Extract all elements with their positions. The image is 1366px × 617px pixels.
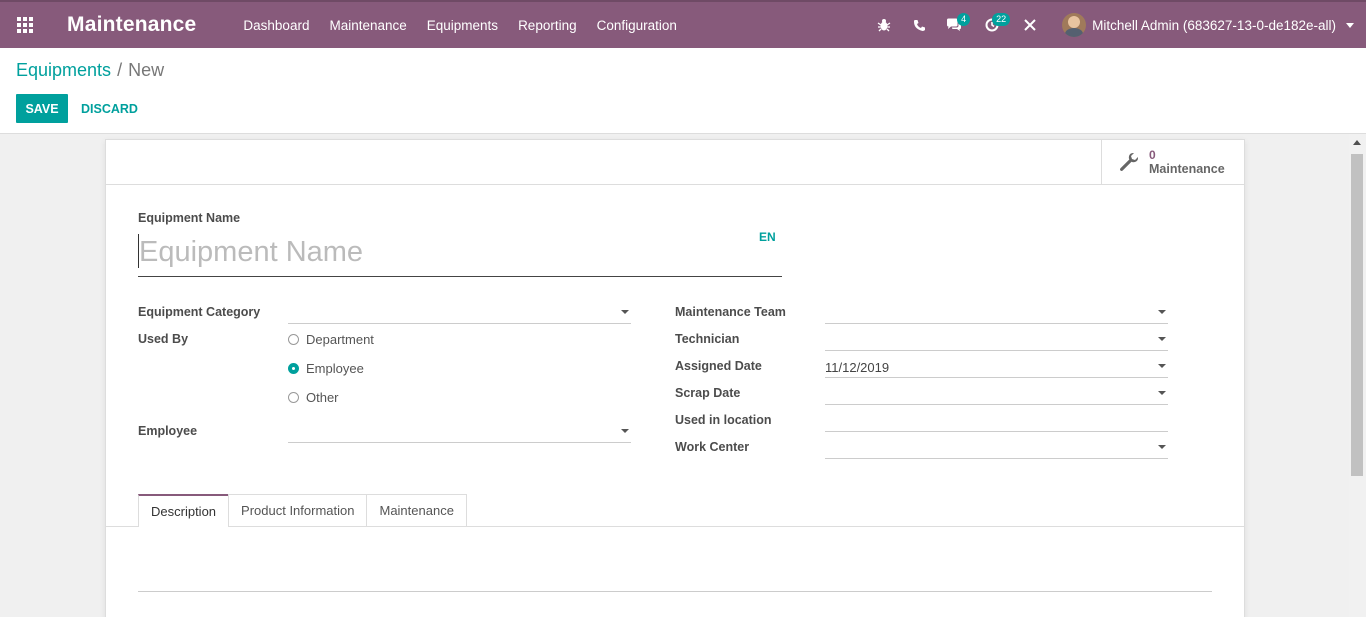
chevron-down-icon[interactable] <box>1158 391 1166 395</box>
scroll-up-arrow-icon[interactable] <box>1353 140 1361 145</box>
scrap-date-field[interactable] <box>825 383 1168 405</box>
radio-checked-icon[interactable] <box>288 363 299 374</box>
work-center-label: Work Center <box>675 440 750 454</box>
discard-button[interactable]: DISCARD <box>81 94 138 123</box>
messages-icon[interactable]: 4 <box>937 2 971 48</box>
chevron-down-icon[interactable] <box>1158 337 1166 341</box>
maintenance-team-field[interactable] <box>825 302 1168 324</box>
wrench-icon <box>1120 153 1138 171</box>
used-by-employee-radio[interactable]: Employee <box>288 361 364 376</box>
menu-configuration[interactable]: Configuration <box>597 18 677 33</box>
chevron-down-icon <box>1346 22 1354 28</box>
language-button[interactable]: EN <box>759 230 776 244</box>
radio-label-employee: Employee <box>306 361 364 376</box>
radio-circle-icon[interactable] <box>288 392 299 403</box>
chevron-down-icon[interactable] <box>1158 310 1166 314</box>
breadcrumb-equipments-link[interactable]: Equipments <box>16 60 111 80</box>
work-center-field[interactable] <box>825 437 1168 459</box>
employee-field[interactable] <box>288 421 631 443</box>
systray: 4 22 Mitchell Admin (683627-13-0-de182e-… <box>867 2 1366 48</box>
tab-description[interactable]: Description <box>138 494 230 527</box>
description-field[interactable] <box>138 591 1212 592</box>
breadcrumb-current: New <box>128 60 165 80</box>
activities-clock-icon[interactable]: 22 <box>972 2 1012 48</box>
tab-maintenance[interactable]: Maintenance <box>366 494 467 526</box>
menu-equipments[interactable]: Equipments <box>427 18 498 33</box>
notebook-tabs: Description Product Information Maintena… <box>138 494 467 527</box>
chevron-down-icon[interactable] <box>621 429 629 433</box>
control-panel: Equipments / New SAVE DISCARD <box>0 48 1366 134</box>
equipment-category-field[interactable] <box>288 302 631 324</box>
top-navbar: Maintenance Dashboard Maintenance Equipm… <box>0 0 1366 48</box>
button-box: 0 Maintenance <box>106 140 1244 185</box>
maintenance-stat-button[interactable]: 0 Maintenance <box>1101 140 1244 184</box>
stat-label: Maintenance <box>1149 162 1225 176</box>
stat-text: 0 Maintenance <box>1149 148 1225 176</box>
assigned-date-field[interactable]: 11/12/2019 <box>825 356 1168 378</box>
used-in-location-label: Used in location <box>675 413 772 427</box>
chevron-down-icon[interactable] <box>1158 445 1166 449</box>
assigned-date-label: Assigned Date <box>675 359 762 373</box>
user-name: Mitchell Admin (683627-13-0-de182e-all) <box>1092 17 1336 33</box>
tools-cross-icon[interactable] <box>1013 2 1047 48</box>
apps-menu-button[interactable] <box>0 2 50 48</box>
debug-bug-icon[interactable] <box>867 2 901 48</box>
user-menu[interactable]: Mitchell Admin (683627-13-0-de182e-all) <box>1062 13 1354 37</box>
breadcrumb-separator: / <box>117 60 123 80</box>
used-by-department-radio[interactable]: Department <box>288 332 374 347</box>
equipment-name-label: Equipment Name <box>138 211 241 225</box>
scrap-date-label: Scrap Date <box>675 386 741 400</box>
form-sheet: 0 Maintenance Equipment Name Equipment N… <box>105 139 1245 617</box>
save-button[interactable]: SAVE <box>16 94 68 123</box>
chevron-down-icon[interactable] <box>1158 364 1166 368</box>
technician-field[interactable] <box>825 329 1168 351</box>
stat-value: 0 <box>1149 148 1156 162</box>
scrollbar[interactable] <box>1349 134 1366 617</box>
used-in-location-field[interactable] <box>825 410 1168 432</box>
equipment-category-label: Equipment Category <box>138 305 261 319</box>
tab-product-information[interactable]: Product Information <box>228 494 368 526</box>
radio-label-other: Other <box>306 390 339 405</box>
maintenance-team-label: Maintenance Team <box>675 305 786 319</box>
menu-dashboard[interactable]: Dashboard <box>243 18 309 33</box>
radio-circle-icon[interactable] <box>288 334 299 345</box>
equipment-name-input[interactable]: Equipment Name <box>138 232 782 277</box>
used-by-other-radio[interactable]: Other <box>288 390 339 405</box>
activities-badge: 22 <box>992 13 1011 26</box>
messages-badge: 4 <box>957 13 971 26</box>
apps-grid-icon <box>17 17 33 33</box>
radio-label-department: Department <box>306 332 374 347</box>
used-by-label: Used By <box>138 332 189 346</box>
menu-maintenance[interactable]: Maintenance <box>329 18 406 33</box>
assigned-date-value: 11/12/2019 <box>825 360 890 375</box>
chevron-down-icon[interactable] <box>621 310 629 314</box>
menu-reporting[interactable]: Reporting <box>518 18 577 33</box>
technician-label: Technician <box>675 332 740 346</box>
avatar <box>1062 13 1087 37</box>
app-title[interactable]: Maintenance <box>67 13 196 37</box>
phone-icon[interactable] <box>902 2 936 48</box>
scroll-thumb[interactable] <box>1351 154 1363 476</box>
breadcrumb: Equipments / New <box>16 60 164 81</box>
employee-label: Employee <box>138 424 198 438</box>
